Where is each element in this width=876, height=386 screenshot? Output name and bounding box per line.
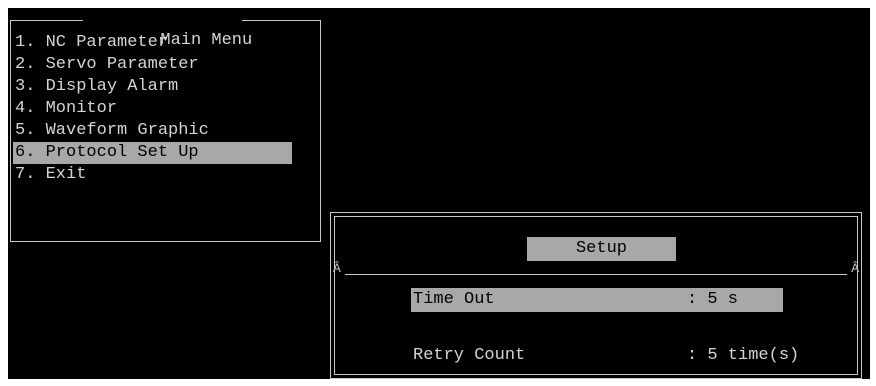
screenshot-frame: Main Menu 1. NC Parameter 2. Servo Param…	[0, 0, 876, 386]
setup-dialog-inner-border: Setup Â Â Time Out : 5 s Retry Count : 5…	[333, 216, 859, 375]
terminal-console: Main Menu 1. NC Parameter 2. Servo Param…	[8, 8, 870, 379]
setup-dialog: Setup Â Â Time Out : 5 s Retry Count : 5…	[330, 212, 862, 379]
menu-item-monitor[interactable]: 4. Monitor	[13, 98, 292, 120]
menu-item-display-alarm[interactable]: 3. Display Alarm	[13, 76, 292, 98]
setup-dialog-title: Setup	[527, 237, 676, 261]
divider-right-glyph: Â	[851, 261, 859, 276]
time-out-label: Time Out	[413, 290, 495, 309]
retry-count-label: Retry Count	[413, 346, 526, 365]
menu-item-waveform-graphic[interactable]: 5. Waveform Graphic	[13, 120, 292, 142]
retry-count-field[interactable]: Retry Count : 5 time(s)	[411, 344, 799, 368]
menu-item-exit[interactable]: 7. Exit	[13, 164, 292, 186]
divider-left-glyph: Â	[333, 261, 341, 276]
menu-item-servo-parameter[interactable]: 2. Servo Parameter	[13, 54, 292, 76]
menu-list: 1. NC Parameter 2. Servo Parameter 3. Di…	[13, 32, 292, 186]
retry-count-value: : 5 time(s)	[687, 346, 800, 365]
main-menu: Main Menu 1. NC Parameter 2. Servo Param…	[10, 20, 321, 242]
menu-item-nc-parameter[interactable]: 1. NC Parameter	[13, 32, 292, 54]
setup-dialog-divider	[345, 274, 847, 275]
menu-item-protocol-set-up[interactable]: 6. Protocol Set Up	[13, 142, 292, 164]
time-out-value: : 5 s	[687, 290, 739, 309]
time-out-field[interactable]: Time Out : 5 s	[411, 288, 783, 312]
